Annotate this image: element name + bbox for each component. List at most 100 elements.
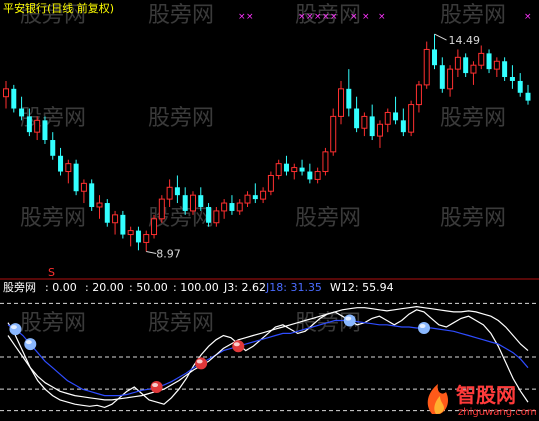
candle[interactable] [3,80,9,109]
candle[interactable] [65,159,72,184]
signal-dot-blue[interactable] [418,322,430,335]
candle[interactable] [376,120,383,148]
candle[interactable] [221,199,228,219]
candle-body [206,206,212,223]
candle-body [213,210,220,224]
signal-dot-blue[interactable] [343,314,356,327]
candle[interactable] [322,147,329,176]
watermark: 股旁网 [20,206,86,231]
candle[interactable] [42,116,48,144]
candle[interactable] [89,179,95,211]
candle[interactable] [384,108,391,133]
signal-dot-red[interactable] [195,357,208,370]
candle[interactable] [393,96,399,125]
candle[interactable] [415,80,422,113]
candle[interactable] [135,226,141,251]
dot [418,322,430,335]
signal-dot-blue[interactable] [9,323,22,336]
candle-body [50,140,56,156]
candle[interactable] [463,53,469,78]
candle-body [470,64,477,74]
candle[interactable] [454,49,461,78]
candle[interactable] [252,183,258,204]
indicator-header: 股旁网 : 0.00 : 20.00 : 50.00 : 100.00 J3: … [3,280,394,294]
candle[interactable] [439,57,445,93]
candle[interactable] [423,41,430,89]
candle-body [65,163,72,173]
candle[interactable] [400,108,406,137]
candle[interactable] [11,84,17,113]
candle[interactable] [361,112,368,137]
candle[interactable] [291,163,298,180]
candle[interactable] [151,214,158,239]
candle[interactable] [96,195,103,219]
candle[interactable] [447,65,454,97]
candle[interactable] [73,159,79,196]
candle[interactable] [354,96,360,133]
candle[interactable] [267,171,274,196]
candle[interactable] [236,199,243,215]
candle[interactable] [486,49,492,74]
candle-body [166,186,173,200]
candle[interactable] [174,175,180,204]
dot [195,357,208,370]
logo-url: zhiguwang.com [458,407,537,418]
candle-body [58,155,64,172]
candle[interactable] [369,104,375,141]
candle[interactable] [314,167,321,184]
candle[interactable] [283,155,289,176]
candle-body [19,108,25,117]
candle[interactable] [502,57,508,81]
candle[interactable] [104,199,110,227]
w12-value: W12: 55.94 [330,281,394,294]
candle[interactable] [112,210,119,235]
candle-body [275,163,282,176]
signal-dot-blue[interactable] [24,338,37,351]
candle[interactable] [213,206,220,227]
signal-marker: × [350,12,358,22]
candle[interactable] [517,73,523,97]
candle[interactable] [58,147,64,176]
candle[interactable] [346,69,352,117]
candle[interactable] [260,187,267,204]
candle[interactable] [244,191,251,207]
candle[interactable] [182,187,188,215]
candle[interactable] [299,159,305,176]
candle-body [221,202,228,212]
candle[interactable] [470,61,477,85]
candle[interactable] [158,195,165,223]
candle[interactable] [493,57,500,78]
candle-body [127,230,134,236]
candle[interactable] [307,163,313,184]
candle[interactable] [509,65,515,89]
candle[interactable] [143,230,150,252]
candle[interactable] [166,179,173,207]
stock-chart-screen: 股旁网 股旁网 股旁网 股旁网 股旁网 股旁网 股旁网 股旁网 股旁网 股旁网 股旁网 股旁网 股旁网股… [0,0,539,421]
candle-body [135,230,141,243]
candle[interactable] [330,108,337,156]
candle[interactable] [127,226,134,247]
candle[interactable] [432,34,438,70]
signal-marker: × [322,12,330,22]
price-pane[interactable]: × × × × × × × × × × ×14.498.97S [3,12,532,279]
candle[interactable] [120,210,126,239]
signal-dot-red[interactable] [232,340,245,353]
candle-body [26,116,32,133]
candle-body [322,151,329,173]
candle-body [338,88,345,117]
watermark: 股旁网 [295,206,361,231]
candle[interactable] [34,116,41,141]
candle[interactable] [229,195,235,215]
candle[interactable] [50,132,56,160]
chart-canvas[interactable]: 股旁网 股旁网 股旁网 股旁网股旁网 股旁网 股旁网股旁网 股旁网 股旁网 股旁网股旁网 股旁网股… [0,0,539,421]
candle[interactable] [189,191,196,215]
candle[interactable] [408,100,415,137]
candle[interactable] [338,80,345,125]
candle[interactable] [525,84,531,105]
candle[interactable] [478,45,485,70]
signal-dot-red[interactable] [150,381,163,394]
watermark: 股旁网 [148,3,214,28]
sell-marker: S [48,266,55,279]
candle[interactable] [275,159,282,180]
candle[interactable] [80,179,87,204]
